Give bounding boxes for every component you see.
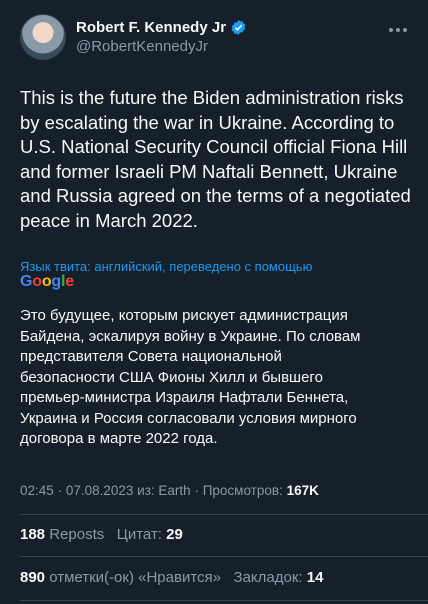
quotes-link[interactable]: Цитат: 29 xyxy=(117,526,183,543)
likes-count: 890 xyxy=(20,569,46,586)
avatar[interactable] xyxy=(20,14,66,60)
translation-label[interactable]: Язык твита: английский, переведено с пом… xyxy=(20,259,312,274)
verified-badge-icon xyxy=(231,20,246,35)
separator-dot: · xyxy=(57,483,63,498)
author-block: Robert F. Kennedy Jr @RobertKennedyJr xyxy=(76,19,247,55)
google-logo: Google xyxy=(20,273,74,290)
views-count: 167K xyxy=(286,483,319,498)
bookmarks-link[interactable]: Закладок: 14 xyxy=(234,569,324,586)
divider xyxy=(20,514,428,515)
author-name[interactable]: Robert F. Kennedy Jr xyxy=(76,19,226,36)
bookmarks-label: Закладок: xyxy=(233,569,303,586)
separator-dot: · xyxy=(194,483,199,498)
tweet-header: Robert F. Kennedy Jr @RobertKennedyJr xyxy=(20,14,247,60)
tweet-date[interactable]: 07.08.2023 xyxy=(66,483,134,498)
divider xyxy=(20,556,428,557)
likes-bookmarks-row: 890 отметки(-ок) «Нравится» Закладок: 14 xyxy=(20,569,323,586)
tweet-text: This is the future the Biden administrat… xyxy=(20,87,411,231)
likes-link[interactable]: 890 отметки(-ок) «Нравится» xyxy=(20,569,221,586)
author-name-row[interactable]: Robert F. Kennedy Jr xyxy=(76,19,247,36)
likes-label: отметки(-ок) «Нравится» xyxy=(49,569,221,586)
reposts-link[interactable]: 188 Reposts xyxy=(20,526,104,543)
tweet-time[interactable]: 02:45 xyxy=(20,483,54,498)
author-handle[interactable]: @RobertKennedyJr xyxy=(76,38,247,55)
divider xyxy=(20,600,428,601)
translated-text: Это будущее, которым рискует администрац… xyxy=(20,307,361,447)
reposts-label: Reposts xyxy=(49,526,105,543)
bookmarks-count: 14 xyxy=(306,569,324,586)
views-label: Просмотров: xyxy=(202,483,283,498)
quotes-label: Цитат: xyxy=(116,526,162,543)
tweet-meta: 02:45 · 07.08.2023 из: Earth · Просмотро… xyxy=(20,483,319,498)
more-options-icon[interactable] xyxy=(388,22,408,38)
tweet-source: из: Earth xyxy=(137,483,191,498)
reposts-quotes-row: 188 Reposts Цитат: 29 xyxy=(20,526,183,543)
reposts-count: 188 xyxy=(20,526,46,543)
quotes-count: 29 xyxy=(166,526,183,543)
